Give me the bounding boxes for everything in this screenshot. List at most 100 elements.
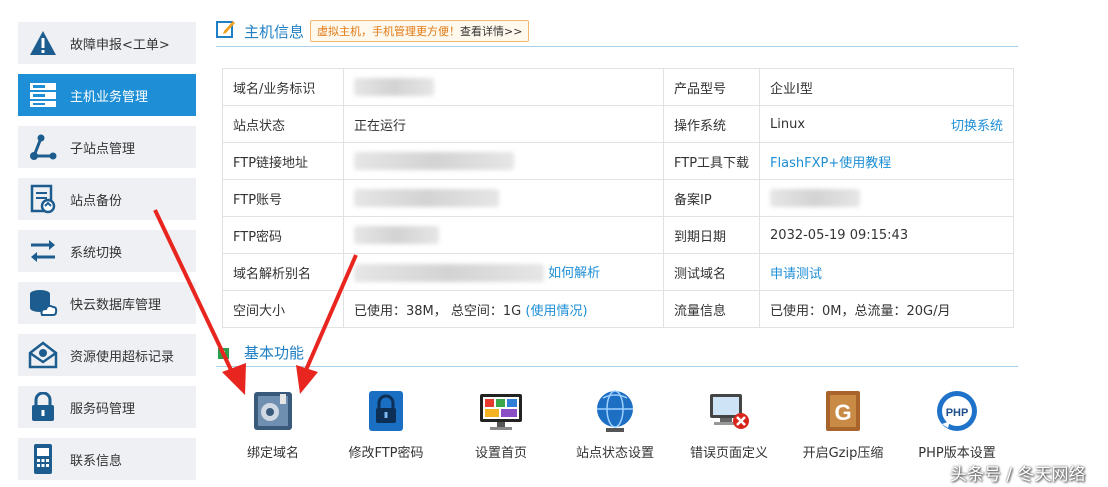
host-info-table: 域名/业务标识 产品型号 企业I型 站点状态 正在运行 操作系统 Linux 切换… [222, 68, 1014, 328]
switch-system-link[interactable]: 切换系统 [951, 115, 1003, 134]
cell-label: 域名/业务标识 [222, 68, 344, 106]
svg-text:G: G [834, 400, 851, 425]
gzip-icon: G [820, 388, 866, 434]
basic-functions-header: 基本功能 [216, 337, 1018, 367]
sidebar-item-label: 快云数据库管理 [70, 297, 162, 313]
basic-functions-icon [216, 340, 236, 364]
error-page-button[interactable]: 错误页面定义 [674, 388, 784, 461]
cell-label: 备案IP [662, 179, 761, 217]
cell-value [343, 179, 664, 217]
promo-banner[interactable]: 虚拟主机，手机管理更方便！查看详情>> [310, 20, 530, 42]
sidebar-item-label: 主机业务管理 [70, 89, 149, 105]
sidebar-item-database[interactable]: 快云数据库管理 [18, 282, 196, 324]
sidebar-item-label: 站点备份 [70, 193, 123, 209]
bind-domain-icon [250, 388, 296, 434]
php-version-button[interactable]: PHP PHP版本设置 [902, 388, 1012, 461]
cell-value: 如何解析 [343, 253, 664, 291]
function-label: 设置首页 [474, 446, 527, 461]
function-label: 开启Gzip压缩 [802, 446, 884, 461]
sidebar-item-label: 资源使用超标记录 [70, 349, 175, 365]
edit-icon [216, 19, 236, 43]
flashfxp-link[interactable]: FlashFXP+使用教程 [770, 156, 891, 171]
redacted-value [354, 189, 499, 207]
redacted-value [354, 152, 514, 170]
redacted-value [354, 78, 434, 96]
cell-label: 操作系统 [662, 105, 761, 143]
host-info-title: 主机信息 [244, 22, 305, 41]
cell-value: Linux 切换系统 [759, 105, 1014, 143]
cell-label: 产品型号 [662, 68, 761, 106]
table-row: FTP链接地址 FTP工具下载 FlashFXP+使用教程 [222, 142, 1014, 180]
cell-label: FTP工具下载 [662, 142, 761, 180]
homepage-monitor-icon [478, 388, 524, 434]
table-row: 站点状态 正在运行 操作系统 Linux 切换系统 [222, 105, 1014, 143]
function-label: 错误页面定义 [689, 446, 768, 461]
redacted-value [354, 226, 439, 244]
sidebar-item-subsite[interactable]: 子站点管理 [18, 126, 196, 168]
sidebar-item-label: 子站点管理 [70, 141, 136, 157]
sidebar-item-host-management[interactable]: 主机业务管理 [18, 74, 196, 116]
switch-arrows-icon [28, 236, 58, 266]
sidebar-item-service-code[interactable]: 服务码管理 [18, 386, 196, 428]
function-label: 修改FTP密码 [348, 446, 424, 461]
warning-icon [28, 28, 58, 58]
site-status-button[interactable]: 站点状态设置 [560, 388, 670, 461]
sidebar-item-contact[interactable]: 联系信息 [18, 438, 196, 480]
set-homepage-button[interactable]: 设置首页 [446, 388, 556, 461]
backup-doc-icon [28, 184, 58, 214]
cell-value: 2032-05-19 09:15:43 [759, 216, 1014, 254]
table-row: 空间大小 已使用：38M， 总空间：1G (使用情况) 流量信息 已使用：0M，… [222, 290, 1014, 328]
cell-value: 正在运行 [343, 105, 664, 143]
divider [216, 46, 1018, 47]
bind-domain-button[interactable]: 绑定域名 [218, 388, 328, 461]
error-page-icon [706, 388, 752, 434]
ftp-lock-icon [363, 388, 409, 434]
cell-value: 已使用：0M，总流量：20G/月 [759, 290, 1014, 328]
svg-text:PHP: PHP [946, 407, 969, 419]
database-cloud-icon [28, 288, 58, 318]
divider [216, 366, 1018, 367]
table-row: 域名解析别名 如何解析 测试域名 申请测试 [222, 253, 1014, 291]
sidebar-item-label: 联系信息 [70, 453, 123, 469]
promo-details-link[interactable]: 查看详情>> [460, 25, 522, 38]
gzip-button[interactable]: G 开启Gzip压缩 [788, 388, 898, 461]
basic-functions-title: 基本功能 [244, 343, 305, 362]
cell-label: FTP账号 [222, 179, 344, 217]
mail-alert-icon [28, 340, 58, 370]
cell-value [343, 142, 664, 180]
change-ftp-password-button[interactable]: 修改FTP密码 [331, 388, 441, 461]
sidebar-item-backup[interactable]: 站点备份 [18, 178, 196, 220]
cell-label: 站点状态 [222, 105, 344, 143]
cell-value: 企业I型 [759, 68, 1014, 106]
table-row: FTP密码 到期日期 2032-05-19 09:15:43 [222, 216, 1014, 254]
how-to-resolve-link[interactable]: 如何解析 [548, 266, 600, 281]
usage-details-link[interactable]: (使用情况) [525, 304, 587, 319]
cell-label: FTP链接地址 [222, 142, 344, 180]
server-icon [28, 80, 58, 110]
lock-icon [28, 392, 58, 422]
function-label: PHP版本设置 [918, 446, 996, 461]
cell-label: 测试域名 [662, 253, 761, 291]
globe-status-icon [592, 388, 638, 434]
table-row: FTP账号 备案IP [222, 179, 1014, 217]
sidebar-item-ticket[interactable]: 故障申报<工单> [18, 22, 196, 64]
table-row: 域名/业务标识 产品型号 企业I型 [222, 68, 1014, 106]
cell-label: 流量信息 [662, 290, 761, 328]
cell-value: 已使用：38M， 总空间：1G (使用情况) [343, 290, 664, 328]
cell-value: FlashFXP+使用教程 [759, 142, 1014, 180]
sidebar-item-system-switch[interactable]: 系统切换 [18, 230, 196, 272]
sidebar-item-label: 系统切换 [70, 245, 123, 261]
function-label: 绑定域名 [246, 446, 299, 461]
cell-value: 申请测试 [759, 253, 1014, 291]
cell-value [759, 179, 1014, 217]
apply-test-link[interactable]: 申请测试 [770, 267, 822, 282]
redacted-value [354, 264, 544, 283]
sidebar-item-label: 服务码管理 [70, 401, 136, 417]
os-value: Linux [770, 116, 806, 132]
cell-label: 空间大小 [222, 290, 344, 328]
cell-label: 域名解析别名 [222, 253, 344, 291]
sidebar-item-resource-records[interactable]: 资源使用超标记录 [18, 334, 196, 376]
function-label: 站点状态设置 [575, 446, 654, 461]
cell-label: 到期日期 [662, 216, 761, 254]
space-usage: 已使用：38M， 总空间：1G [354, 303, 522, 319]
